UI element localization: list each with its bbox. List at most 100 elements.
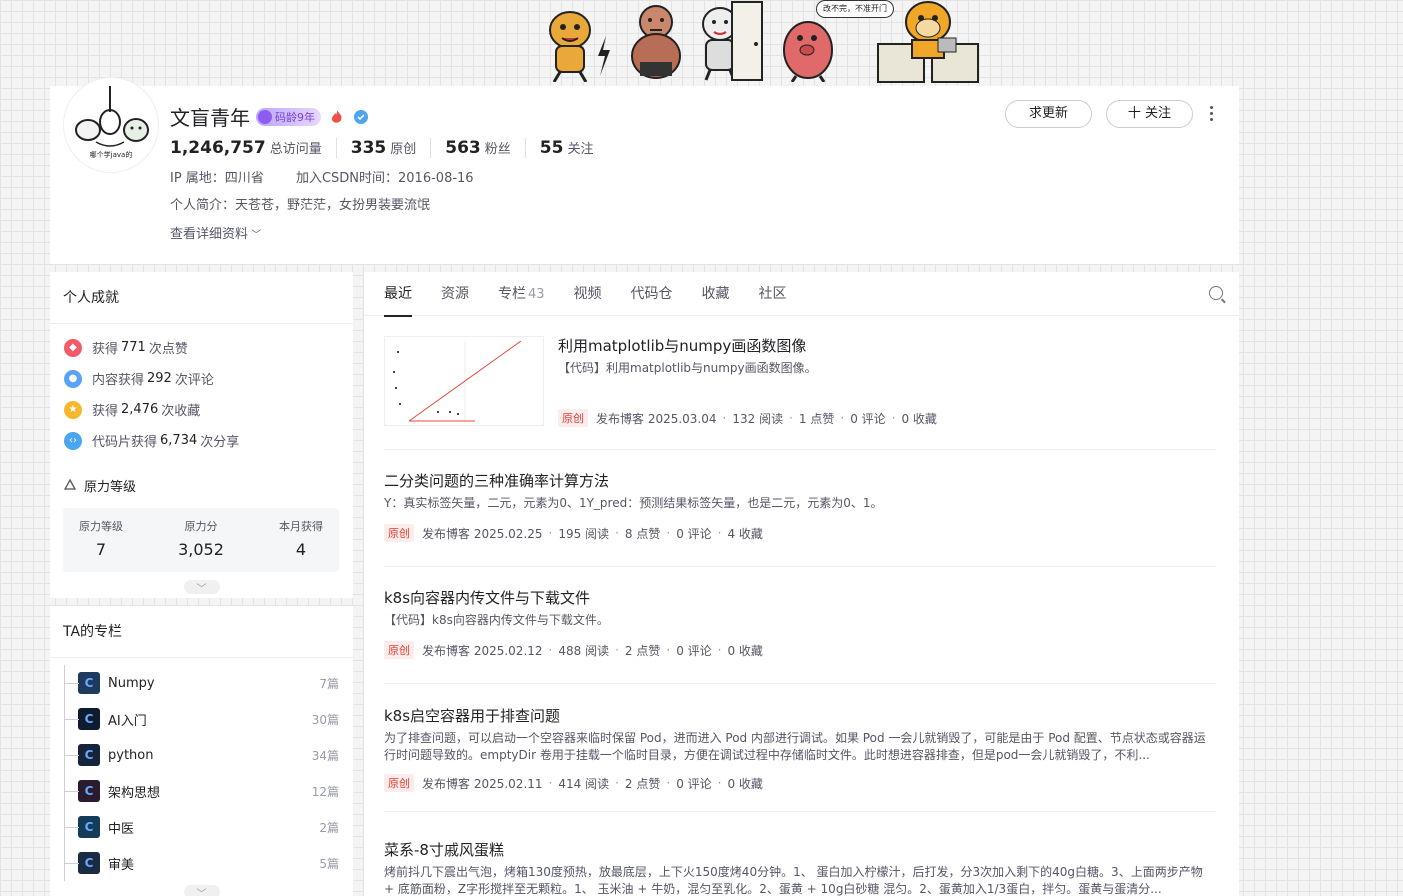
tab-videos[interactable]: 视频 [574, 272, 602, 316]
view-details-link[interactable]: 查看详细资料 ﹀ [170, 223, 261, 242]
flame-badge-icon[interactable] [329, 109, 345, 125]
meta-separator: · [548, 526, 553, 540]
column-thumb-icon: C [78, 744, 100, 766]
article-title[interactable]: 二分类问题的三种准确率计算方法 [384, 471, 1216, 491]
meta-separator: · [722, 411, 727, 425]
meta-separator: · [666, 526, 671, 540]
tab-resources-label: 资源 [441, 285, 469, 302]
stat-following-label: 关注 [567, 142, 594, 157]
article-desc: Y：真实标签矢量，二元，元素为0、1Y_pred：预测结果标签矢量，也是二元，元… [384, 496, 883, 510]
article-reads: 414 阅读 [558, 776, 610, 791]
meta-separator: · [717, 776, 722, 790]
expand-achievements-button[interactable]: ﹀ [183, 580, 220, 595]
stat-original[interactable]: 335 原创 [351, 138, 432, 158]
stat-fans[interactable]: 563 粉丝 [445, 138, 526, 158]
level-box: 原力等级 7 原力分 3,052 本月获得 4 [63, 508, 339, 572]
tab-recent[interactable]: 最近 [384, 272, 412, 317]
profile-meta-line: IP 属地：四川省 加入CSDN时间：2016-08-16 [170, 167, 474, 186]
code-age-badge[interactable]: 码龄9年 [256, 107, 321, 126]
door-icon [731, 1, 763, 81]
verified-badge-icon[interactable] [353, 109, 369, 125]
stat-visits-label: 总访问量 [269, 142, 322, 157]
ip-location: IP 属地：四川省 [170, 171, 264, 186]
stat-visits[interactable]: 1,246,757 总访问量 [170, 138, 337, 158]
meta-separator: · [615, 776, 619, 790]
article-title[interactable]: k8s向容器内传文件与下载文件 [384, 588, 1216, 608]
stat-fans-value: 563 [445, 138, 481, 158]
tab-videos-label: 视频 [573, 285, 602, 302]
comments-badge-icon: ● [64, 369, 82, 388]
column-item-tcm[interactable]: C 中医 2篇 [50, 809, 353, 845]
article-item[interactable]: 二分类问题的三种准确率计算方法 Y：真实标签矢量，二元，元素为0、1Y_pred… [384, 471, 1216, 567]
original-tag: 原创 [384, 641, 414, 659]
article-comments: 0 评论 [676, 643, 712, 658]
column-name: 审美 [108, 857, 135, 873]
article-desc: 【代码】k8s向容器内传文件与下载文件。 [384, 613, 609, 627]
fat-man-cartoon-icon [631, 5, 681, 79]
function-plot-thumbnail-icon [385, 337, 543, 425]
level-rank: 原力等级 7 [79, 518, 123, 572]
level-score-value: 3,052 [178, 540, 224, 559]
tab-favorites[interactable]: 收藏 [702, 272, 730, 316]
achievement-likes-num: 771 [121, 340, 146, 355]
column-count: 34篇 [311, 748, 339, 763]
achievements-title: 个人成就 [50, 272, 353, 324]
article-reads: 488 阅读 [558, 643, 610, 658]
article-title[interactable]: k8s启空容器用于排查问题 [384, 706, 1216, 726]
tab-recent-label: 最近 [384, 285, 412, 302]
column-item-ai[interactable]: C AI入门 30篇 [50, 701, 353, 737]
user-name[interactable]: 文盲青年 [170, 102, 250, 131]
follow-button[interactable]: 十 关注 [1106, 100, 1193, 128]
article-title[interactable]: 菜系-8寸戚风蛋糕 [384, 840, 1216, 860]
likes-badge-icon: ◆ [64, 338, 82, 357]
achievement-comments: ● 内容获得 292 次评论 [50, 363, 353, 394]
expand-columns-button[interactable]: ﹀ [183, 885, 220, 896]
article-comments: 0 评论 [850, 411, 886, 426]
chevron-down-icon: ﹀ [196, 888, 207, 896]
tab-columns[interactable]: 专栏 43 [498, 272, 545, 316]
column-count: 30篇 [311, 712, 339, 727]
achievement-likes-suffix: 次点赞 [148, 342, 188, 357]
tab-columns-label: 专栏 [498, 285, 526, 302]
search-icon[interactable] [1209, 286, 1223, 300]
level-title: 原力等级 [84, 479, 137, 495]
achievement-favorites-num: 2,476 [121, 402, 159, 417]
article-date: 发布博客 2025.03.04 [596, 411, 717, 426]
more-options-icon[interactable] [1204, 104, 1218, 124]
article-item[interactable]: 菜系-8寸戚风蛋糕 烤前抖几下震出气泡，烤箱130度预热，放最底层，上下火150… [384, 840, 1216, 896]
achievement-favorites: ★ 获得 2,476 次收藏 [50, 394, 353, 425]
achievement-favorites-suffix: 次收藏 [161, 404, 201, 419]
stat-following[interactable]: 55 关注 [540, 138, 608, 158]
article-title[interactable]: 利用matplotlib与numpy画函数图像 [558, 336, 1208, 356]
column-name: AI入门 [108, 713, 147, 729]
tab-code-repo[interactable]: 代码仓 [631, 272, 673, 316]
avatar-caption: 哪个学java的 [89, 151, 133, 159]
column-item-aesthetics[interactable]: C 审美 5篇 [50, 845, 353, 881]
tab-community[interactable]: 社区 [759, 272, 787, 316]
article-desc: 烤前抖几下震出气泡，烤箱130度预热，放最底层，上下火150度烤40分钟。1、 … [384, 865, 1203, 896]
tab-resources[interactable]: 资源 [441, 272, 469, 316]
column-thumb-icon: C [78, 708, 100, 730]
column-count: 12篇 [311, 784, 339, 799]
column-item-numpy[interactable]: C Numpy 7篇 [50, 665, 353, 701]
article-item[interactable]: k8s启空容器用于排查问题 为了排查问题，可以启动一个空容器来临时保留 Pod，… [384, 706, 1216, 812]
article-thumbnail[interactable] [384, 336, 544, 426]
column-item-python[interactable]: C python 34篇 [50, 737, 353, 773]
article-likes: 2 点赞 [624, 643, 661, 658]
request-update-button[interactable]: 求更新 [1005, 100, 1092, 128]
article-meta: 原创 发布博客 2025.02.11 · 414 阅读 · 2 点赞 · 0 评论 · … [384, 774, 1216, 792]
article-meta: 原创 发布博客 2025.02.25 · 195 阅读 · 8 点赞 · 0 评论 · … [384, 524, 1216, 542]
article-item[interactable]: 利用matplotlib与numpy画函数图像 【代码】利用matplotlib… [384, 336, 1216, 450]
article-item[interactable]: k8s向容器内传文件与下载文件 【代码】k8s向容器内传文件与下载文件。 原创 … [384, 588, 1216, 684]
article-comments: 0 评论 [676, 776, 712, 791]
column-item-architecture[interactable]: C 架构思想 12篇 [50, 773, 353, 809]
tab-columns-count: 43 [528, 286, 545, 302]
level-triangle-icon [64, 479, 76, 490]
meta-separator: · [548, 776, 553, 790]
meta-separator: · [615, 643, 619, 657]
stat-original-label: 原创 [390, 142, 417, 157]
tree-line [64, 701, 79, 737]
article-favs: 0 收藏 [727, 776, 763, 791]
column-count: 2篇 [319, 820, 339, 835]
avatar[interactable]: 哪个学java的 [64, 78, 158, 172]
